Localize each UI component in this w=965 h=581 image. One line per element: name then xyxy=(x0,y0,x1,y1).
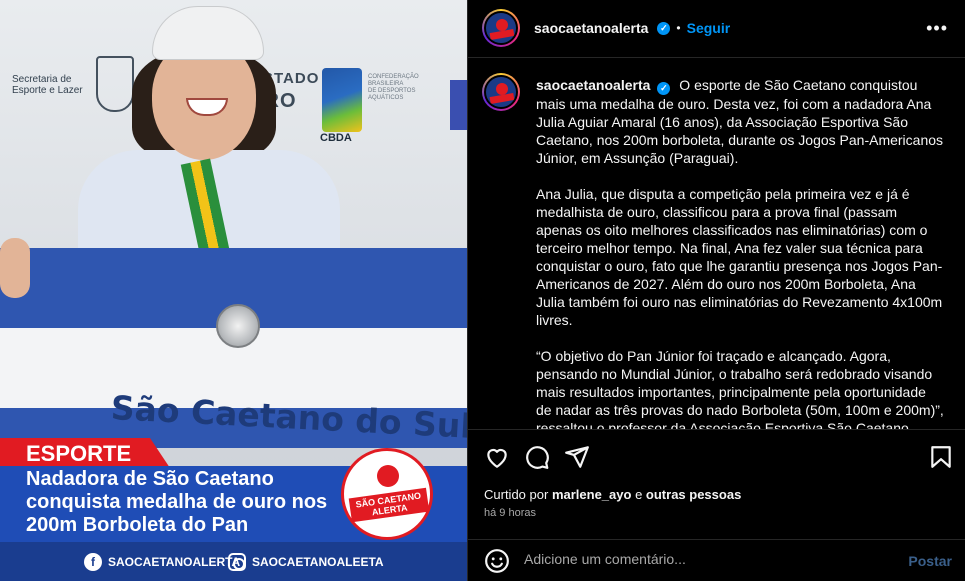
caption-paragraph-2: Ana Julia, que disputa a competição pela… xyxy=(536,186,943,328)
caption: saocaetanoalerta ✓ O esporte de São Caeta… xyxy=(536,76,944,429)
swimmer-photo xyxy=(0,0,467,448)
social-facebook-handle: SAOCAETANOALERTA xyxy=(108,555,241,569)
post-image[interactable]: Secretaria de Esporte e Lazer ESTADO IRO… xyxy=(0,0,467,581)
sao-caetano-alerta-logo: SÃO CAETANO ALERTA xyxy=(341,448,433,540)
category-tag-label: ESPORTE xyxy=(26,441,132,466)
verified-icon: ✓ xyxy=(657,21,671,35)
liked-and: e xyxy=(635,487,643,502)
post-header: saocaetanoalerta ✓ • Seguir ••• xyxy=(468,0,965,58)
comment-input[interactable] xyxy=(524,551,884,567)
category-tag: ESPORTE xyxy=(0,438,170,468)
caption-paragraph-3: “O objetivo do Pan Júnior foi traçado e … xyxy=(536,348,944,429)
bookmark-icon[interactable] xyxy=(928,444,954,470)
emoji-icon[interactable] xyxy=(484,548,510,574)
share-icon[interactable] xyxy=(564,444,590,470)
likes-summary: Curtido por marlene_ayo e outras pessoas xyxy=(484,487,741,502)
logo-sun-icon xyxy=(377,465,399,487)
gold-medal-icon xyxy=(216,304,260,348)
liked-user-link[interactable]: marlene_ayo xyxy=(552,487,632,502)
post-actions: Curtido por marlene_ayo e outras pessoas… xyxy=(468,429,965,529)
avatar-image xyxy=(484,11,518,45)
facebook-icon: f xyxy=(84,553,102,571)
swimmer-hand xyxy=(0,238,30,298)
follow-button[interactable]: Seguir xyxy=(687,20,731,36)
swimmer-cap xyxy=(152,6,264,60)
comment-bar: Postar xyxy=(468,539,965,581)
header-separator: • xyxy=(676,21,681,35)
liked-others-link[interactable]: outras pessoas xyxy=(646,487,741,502)
header-username[interactable]: saocaetanoalerta xyxy=(534,20,648,36)
social-instagram: SAOCAETANOALEETA xyxy=(228,553,384,571)
comment-icon[interactable] xyxy=(524,444,550,470)
caption-avatar-image xyxy=(484,75,518,109)
headline-text: Nadadora de São Caetano conquista medalh… xyxy=(26,468,328,536)
instagram-icon xyxy=(228,553,246,571)
caption-avatar[interactable] xyxy=(482,73,520,111)
heart-icon[interactable] xyxy=(484,444,510,470)
liked-prefix: Curtido por xyxy=(484,487,549,502)
post-timestamp[interactable]: há 9 horas xyxy=(484,507,536,519)
social-instagram-handle: SAOCAETANOALEETA xyxy=(252,555,384,569)
avatar[interactable] xyxy=(482,9,520,47)
caption-username[interactable]: saocaetanoalerta xyxy=(536,77,650,93)
caption-verified-icon: ✓ xyxy=(657,82,671,95)
post-panel: saocaetanoalerta ✓ • Seguir ••• saocaeta… xyxy=(467,0,965,581)
post-comment-button[interactable]: Postar xyxy=(908,553,952,569)
caption-paragraph-1: saocaetanoalerta ✓ O esporte de São Caeta… xyxy=(536,76,944,167)
more-options-icon[interactable]: ••• xyxy=(926,18,948,39)
header-user-row: saocaetanoalerta ✓ • Seguir xyxy=(534,20,730,36)
social-facebook: f SAOCAETANOALERTA xyxy=(84,553,240,571)
logo-text: SÃO CAETANO ALERTA xyxy=(348,487,430,523)
caption-area: saocaetanoalerta ✓ O esporte de São Caeta… xyxy=(468,59,965,429)
